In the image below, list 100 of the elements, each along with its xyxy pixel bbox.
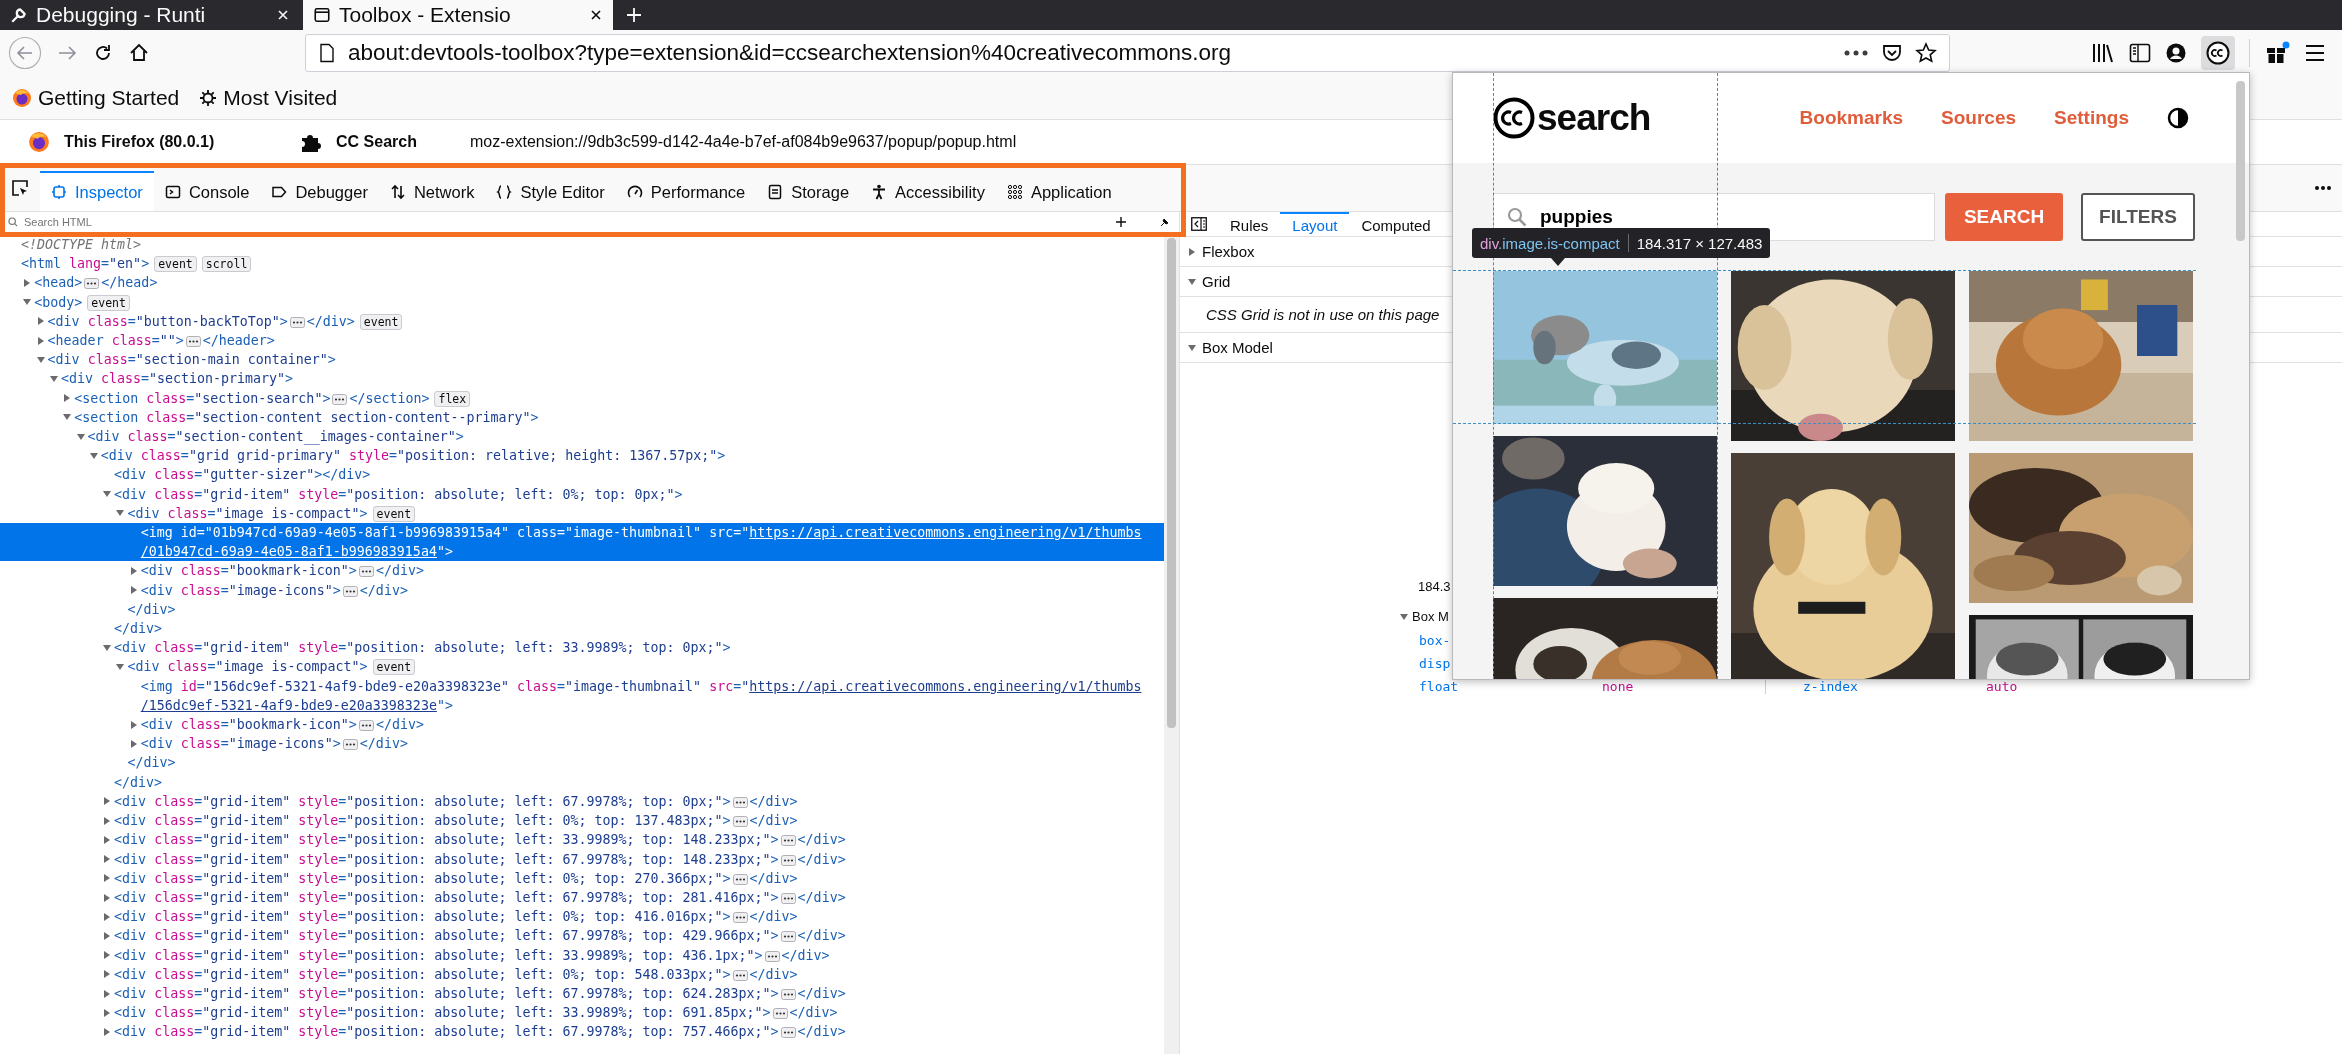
person-icon[interactable] <box>871 184 888 200</box>
gift-icon[interactable] <box>2264 40 2290 66</box>
markup-row[interactable]: <header class=""> </header> <box>0 331 1164 351</box>
ellipsis-icon[interactable] <box>342 739 358 751</box>
caret-icon[interactable] <box>1188 277 1196 286</box>
star-icon[interactable] <box>1915 42 1937 64</box>
pin-icon[interactable] <box>1159 216 1171 228</box>
caret-icon[interactable] <box>103 931 112 940</box>
caret-icon[interactable] <box>129 567 138 576</box>
devtools-tab[interactable]: Storage <box>756 171 861 211</box>
ellipsis-icon[interactable] <box>732 873 748 885</box>
ellipsis-icon[interactable] <box>732 969 748 981</box>
devtools-tab[interactable]: Console <box>153 171 261 211</box>
caret-icon[interactable] <box>103 1008 112 1017</box>
ellipsis-icon[interactable] <box>732 912 748 924</box>
search-field[interactable]: Search HTML <box>24 216 1109 228</box>
devtools-tab[interactable]: Application <box>995 171 1123 211</box>
more-icon[interactable] <box>2314 185 2332 191</box>
markup-badge[interactable]: flex <box>434 390 471 407</box>
contrast-icon[interactable] <box>2167 107 2189 129</box>
bookmark-link[interactable]: Getting Started <box>12 85 180 110</box>
caret-icon[interactable] <box>116 663 125 672</box>
caret-icon[interactable] <box>76 432 85 441</box>
pocket-icon[interactable] <box>1881 42 1903 64</box>
markup-row[interactable]: <div class="image is-compact"> event <box>0 503 1164 524</box>
markup-row[interactable]: <div class="grid-item" style="position: absolute; left: 0%; top: 416.016px;"> </div> <box>0 907 1164 927</box>
ellipsis-icon[interactable] <box>780 1027 796 1039</box>
dots-grid-icon[interactable] <box>1006 184 1023 200</box>
browser-tab[interactable]: Toolbox - Extensio <box>303 0 613 30</box>
ellipsis-icon[interactable] <box>780 892 796 904</box>
caret-icon[interactable] <box>103 1027 112 1036</box>
markup-row[interactable]: <div class="grid-item" style="position: absolute; left: 67.9978%; top: 624.283px;"> </div> <box>0 983 1164 1004</box>
ellipsis-icon[interactable] <box>732 816 748 828</box>
caret-icon[interactable] <box>49 375 58 383</box>
markup-row[interactable]: <div class="grid-item" style="position: absolute; left: 0%; top: 0px;"> <box>0 484 1164 504</box>
markup-row[interactable]: <div class="grid-item" style="position: absolute; left: 0%; top: 548.033px;"> </div> <box>0 964 1164 984</box>
markup-row[interactable]: <div class="grid-item" style="position: absolute; left: 33.9989%; top: 0px;"> <box>0 638 1164 658</box>
ellipsis-icon[interactable] <box>358 566 374 578</box>
ellipsis-icon[interactable] <box>772 1008 788 1020</box>
caret-icon[interactable] <box>103 855 112 864</box>
markup-row[interactable]: <div class="grid-item" style="position: absolute; left: 0%; top: 137.483px;"> </div> <box>0 811 1164 831</box>
markup-row[interactable]: <section class="section-content section-content--primary"> <box>0 407 1164 428</box>
close-icon[interactable] <box>589 8 603 22</box>
storage-icon[interactable] <box>767 184 784 200</box>
ellipsis-icon[interactable] <box>780 988 796 1000</box>
markup-badge[interactable]: event <box>359 313 403 330</box>
caret-icon[interactable] <box>129 739 138 748</box>
caret-icon[interactable] <box>36 336 45 345</box>
markup-row[interactable]: <div class="grid-item" style="position: absolute; left: 0%; top: 270.366px;"> </div> <box>0 868 1164 888</box>
caret-icon[interactable] <box>103 643 112 652</box>
caret-icon[interactable] <box>103 816 112 825</box>
more-icon[interactable] <box>1843 49 1869 57</box>
caret-icon[interactable] <box>103 893 112 902</box>
filters-button[interactable]: FILTERS <box>2081 193 2195 241</box>
markup-badge[interactable]: event <box>154 256 197 273</box>
markup-row[interactable]: <div class="bookmark-icon"> </div> <box>0 561 1164 581</box>
markup-row[interactable]: <div class="grid-item" style="position: absolute; left: 67.9978%; top: 0px;"> </div> <box>0 791 1164 812</box>
caret-icon[interactable] <box>36 317 45 326</box>
caret-icon[interactable] <box>103 951 112 960</box>
markup-row[interactable]: <div class="gutter-sizer"></div> <box>0 465 1164 485</box>
bookmark-link[interactable]: Most Visited <box>199 85 338 110</box>
markup-row[interactable]: <div class="grid-item" style="position: absolute; left: 33.9989%; top: 148.233px;"> </div> <box>0 830 1164 850</box>
nav-link[interactable]: Sources <box>1941 107 2017 129</box>
markup-row[interactable]: <section class="section-search"> </section> flex <box>0 388 1164 408</box>
cc-circle-icon[interactable] <box>2206 41 2230 65</box>
markup-row[interactable]: <div class="grid-item" style="position: absolute; left: 67.9978%; top: 429.966px;"> </div> <box>0 926 1164 946</box>
markup-row[interactable]: <img id="01b947cd-69a9-4e05-8af1-b996983915a4" class="image-thumbnail" src="https://api.creativecommons.engineering/v1/thumbs /01b947cd-69a9-4e05-8af1-b996983915a4"> <box>0 523 1164 562</box>
home-icon[interactable] <box>128 42 150 64</box>
ellipsis-icon[interactable] <box>84 278 100 290</box>
markup-row[interactable]: <div class="section-main container"> <box>0 350 1164 370</box>
gauge-icon[interactable] <box>626 184 643 200</box>
section-title[interactable]: Box Model <box>1202 339 1273 356</box>
markup-row[interactable]: <img id="156dc9ef-5321-4af9-bde9-e20a3398323e" class="image-thumbnail" src="https://api.creativecommons.engineering/v1/thumbs /156dc9ef-5321-4af9-bde9-e20a3398323e"> <box>0 676 1164 716</box>
address-field[interactable]: about:devtools-toolbox?type=extension&id=ccsearchextension%40creativecommons.org <box>305 34 1950 72</box>
sidebar-tab[interactable]: Computed <box>1349 212 1443 236</box>
nav-link[interactable]: Settings <box>2054 107 2129 129</box>
caret-icon[interactable] <box>103 490 112 499</box>
markup-row[interactable]: <div class="image is-compact"> event <box>0 657 1164 677</box>
markup-row[interactable]: <div class="image-icons"> </div> <box>0 580 1164 600</box>
sidebar-icon[interactable] <box>2129 43 2151 63</box>
section-title[interactable]: Grid <box>1202 273 1231 290</box>
markup-row[interactable]: <div class="grid-item" style="position: absolute; left: 67.9978%; top: 281.416px;"> </div> <box>0 887 1164 908</box>
markup-badge[interactable]: event <box>372 505 416 522</box>
sidebar-tab[interactable]: Layout <box>1280 212 1350 236</box>
sidebar-tab[interactable]: Rules <box>1218 212 1281 236</box>
pane-toggle-icon[interactable] <box>1191 217 1207 231</box>
ellipsis-icon[interactable] <box>764 950 780 962</box>
caret-icon[interactable] <box>103 797 112 806</box>
markup-row[interactable]: <head> </head> <box>0 273 1164 293</box>
ellipsis-icon[interactable] <box>780 854 796 866</box>
caret-icon[interactable] <box>1400 612 1408 621</box>
section-title[interactable]: Flexbox <box>1202 243 1255 260</box>
caret-icon[interactable] <box>1188 247 1196 256</box>
plus-icon[interactable] <box>625 6 643 24</box>
ellipsis-icon[interactable] <box>289 316 305 328</box>
arrows-icon[interactable] <box>389 184 406 200</box>
browser-tab[interactable]: Debugging - Runti <box>0 0 300 30</box>
markup-row[interactable]: <div class="grid-item" style="position: absolute; left: 33.9989%; top: 691.85px;"> </div> <box>0 1003 1164 1023</box>
caret-icon[interactable] <box>1188 343 1196 352</box>
caret-icon[interactable] <box>103 970 112 979</box>
